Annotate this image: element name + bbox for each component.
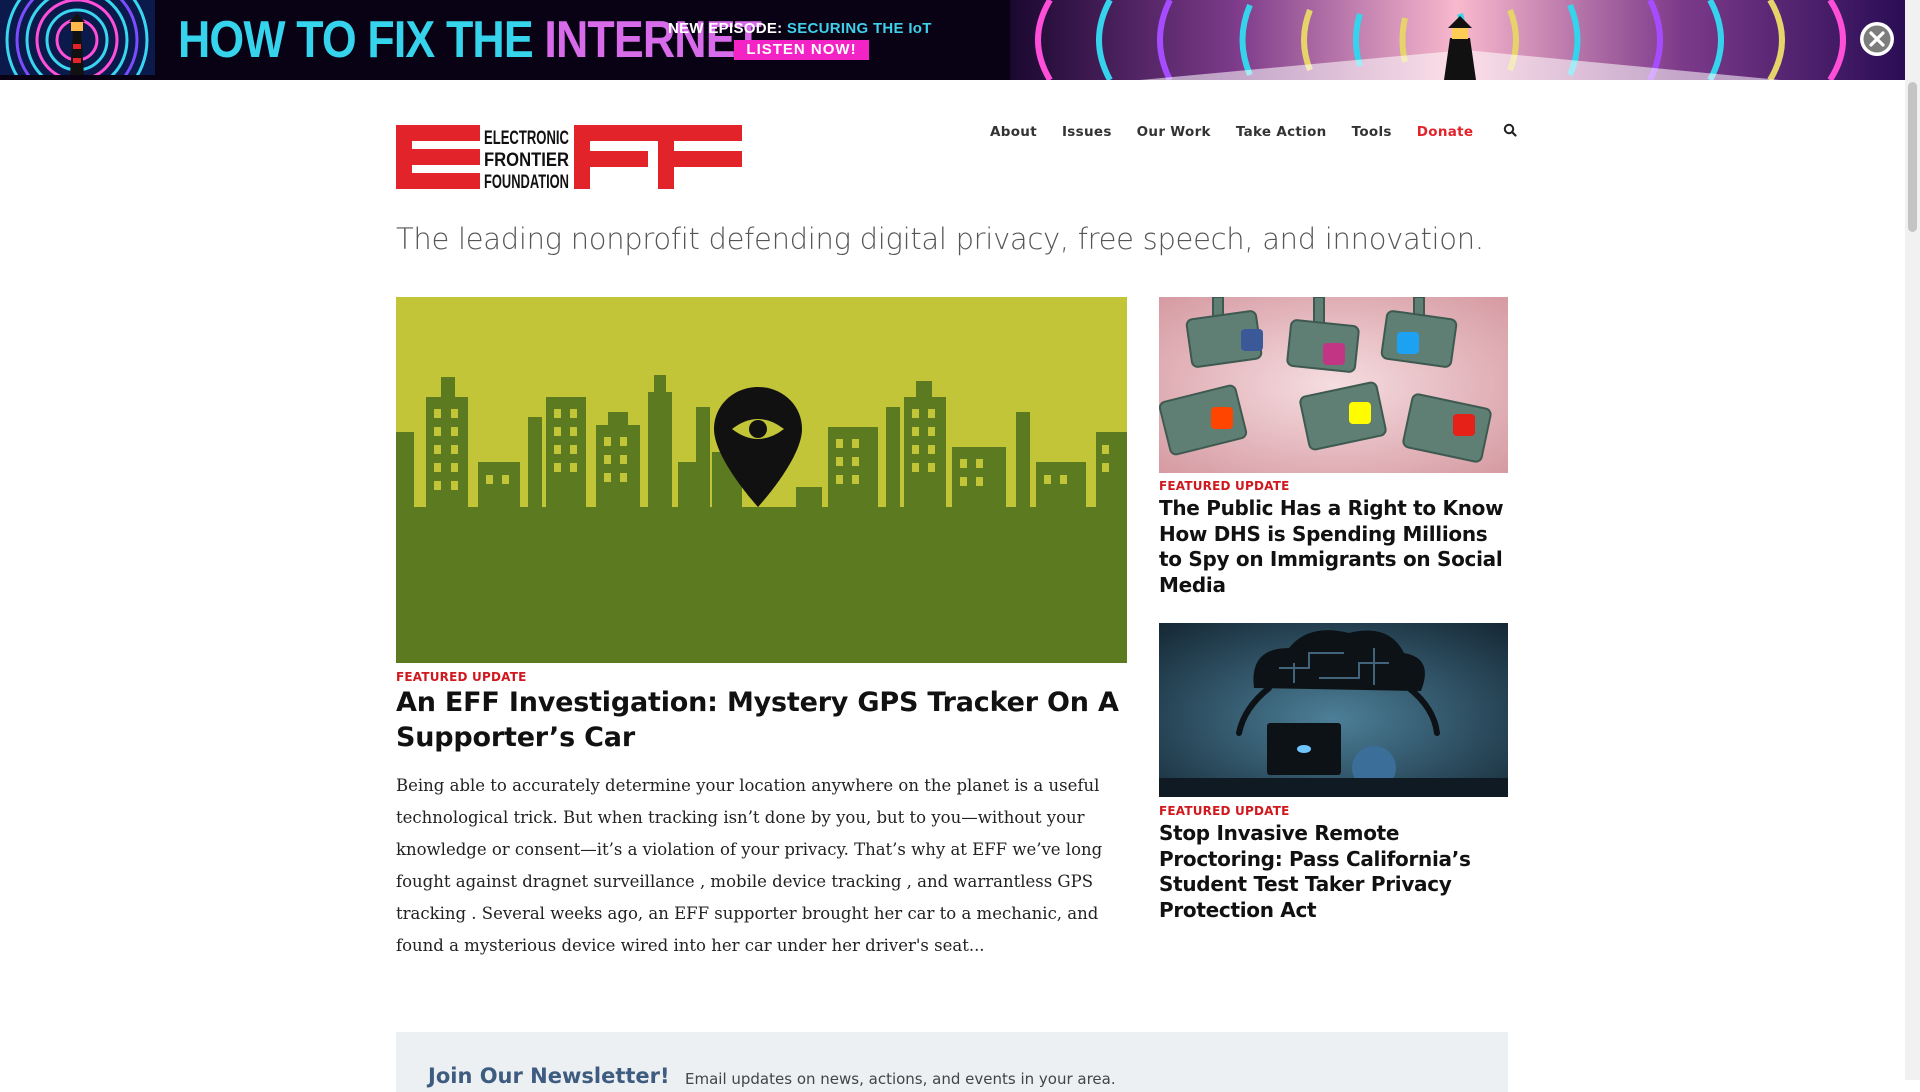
eff-logo[interactable]: ELECTRONIC FRONTIER FOUNDATION	[396, 125, 742, 189]
nav-item-tools[interactable]: Tools	[1352, 124, 1392, 140]
side-story-1-image[interactable]	[1159, 297, 1508, 473]
scrollbar-thumb[interactable]	[1908, 82, 1917, 232]
feature-body: Being able to accurately determine your …	[396, 776, 1103, 955]
feature-headline[interactable]: An EFF Investigation: Mystery GPS Tracke…	[396, 685, 1131, 755]
feature-kicker: FEATURED UPDATE	[396, 670, 527, 684]
newsletter-description: Email updates on news, actions, and even…	[685, 1070, 1116, 1088]
search-icon	[1504, 123, 1517, 137]
nav-item-take-action[interactable]: Take Action	[1236, 124, 1327, 140]
listen-now-button[interactable]: LISTEN NOW!	[734, 40, 869, 60]
close-icon	[1861, 23, 1893, 55]
newsletter-signup: Join Our Newsletter! Email updates on ne…	[396, 1032, 1508, 1092]
page-scrollbar[interactable]	[1905, 0, 1920, 1080]
logo-line-3: FOUNDATION	[484, 171, 569, 189]
nav-item-issues[interactable]: Issues	[1062, 124, 1112, 140]
side-story-1-kicker: FEATURED UPDATE	[1159, 479, 1290, 493]
lighthouse-icon	[0, 0, 155, 75]
side-story-1-headline[interactable]: The Public Has a Right to Know How DHS i…	[1159, 496, 1515, 598]
logo-line-1: ELECTRONIC	[484, 127, 569, 149]
feature-image[interactable]	[396, 297, 1127, 663]
promo-banner[interactable]: HOW TO FIX THE INTERNET NEW EPISODE: SEC…	[0, 0, 1905, 80]
nav-item-donate[interactable]: Donate	[1417, 124, 1474, 140]
banner-title-part1: HOW TO FIX THE	[178, 11, 545, 69]
episode-label: NEW EPISODE:	[668, 20, 787, 37]
site-tagline: The leading nonprofit defending digital …	[396, 222, 1484, 256]
newsletter-title: Join Our Newsletter!	[428, 1064, 670, 1088]
logo-line-2: FRONTIER	[484, 149, 569, 171]
banner-artwork	[1010, 0, 1905, 80]
nav-item-about[interactable]: About	[990, 124, 1037, 140]
banner-episode: NEW EPISODE: SECURING THE IoT	[668, 20, 932, 37]
search-button[interactable]	[1503, 123, 1517, 142]
main-nav: About Issues Our Work Take Action Tools …	[990, 121, 1517, 143]
nav-item-our-work[interactable]: Our Work	[1137, 124, 1211, 140]
side-story-2-kicker: FEATURED UPDATE	[1159, 804, 1290, 818]
side-story-2-headline[interactable]: Stop Invasive Remote Proctoring: Pass Ca…	[1159, 821, 1515, 923]
close-banner-button[interactable]	[1860, 22, 1894, 56]
side-story-2-image[interactable]	[1159, 623, 1508, 797]
episode-name: SECURING THE IoT	[786, 20, 932, 37]
